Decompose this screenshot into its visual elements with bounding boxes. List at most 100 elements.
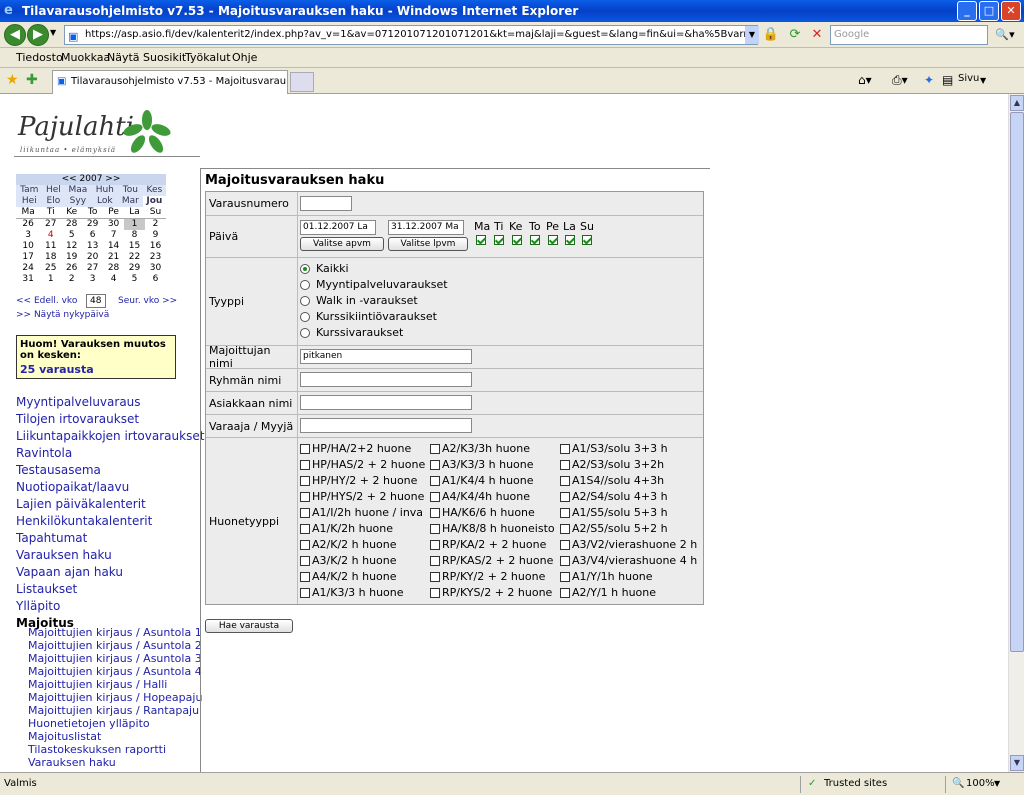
pending-count-link[interactable]: 25 varausta [20,363,172,376]
calendar-month[interactable]: Elo [42,196,65,207]
calendar-month[interactable]: Huh [91,185,119,196]
calendar-month[interactable]: Hei [16,196,43,207]
submenu-item[interactable]: Huonetietojen ylläpito [28,717,202,730]
room-type-checkbox[interactable] [560,492,570,502]
room-type-checkbox[interactable] [430,460,440,470]
side-menu-item[interactable]: Ylläpito [16,598,204,615]
day-checkbox-thu[interactable] [530,235,540,245]
home-icon[interactable]: ⌂▾ [858,73,872,87]
calendar-day[interactable]: 23 [144,252,166,263]
room-type-checkbox[interactable] [560,524,570,534]
side-menu-item[interactable]: Tapahtumat [16,530,204,547]
page-menu[interactable]: Sivu [958,73,979,84]
customer-name-input[interactable] [300,395,472,410]
menu-file[interactable]: Tiedosto [16,48,63,68]
group-name-input[interactable] [300,372,472,387]
calendar-day[interactable]: 6 [82,230,104,241]
choose-end-date-button[interactable]: Valitse lpvm [388,237,468,251]
calendar-day[interactable]: 30 [144,263,166,274]
type-radio-all[interactable] [300,264,310,274]
calendar-day[interactable]: 3 [82,274,104,285]
room-type-checkbox[interactable] [430,556,440,566]
room-type-checkbox[interactable] [430,444,440,454]
room-type-checkbox[interactable] [300,572,310,582]
side-menu-item[interactable]: Testausasema [16,462,204,479]
calendar-day[interactable]: 30 [103,218,125,230]
submenu-item[interactable]: Tilastokeskuksen raportti [28,743,202,756]
side-menu-item[interactable]: Vapaan ajan haku [16,564,204,581]
room-type-checkbox[interactable] [560,444,570,454]
refresh-icon[interactable]: ⟳ [786,26,804,44]
side-menu-item[interactable]: Henkilökuntakalenterit [16,513,204,530]
address-dropdown-icon[interactable]: ▼ [745,26,759,44]
forward-button[interactable]: ▶ [27,24,49,46]
vertical-scrollbar[interactable]: ▲ ▼ [1008,94,1024,772]
page-menu-icon[interactable]: ▤ [942,73,953,87]
back-button[interactable]: ◀ [4,24,26,46]
type-radio-course-quota[interactable] [300,312,310,322]
submenu-item[interactable]: Majoituslistat [28,730,202,743]
menu-help[interactable]: Ohje [232,48,257,68]
choose-start-date-button[interactable]: Valitse apvm [300,237,384,251]
submenu-item[interactable]: Majoittujien kirjaus / Asuntola 3 [28,652,202,665]
side-menu-item[interactable]: Tilojen irtovaraukset [16,411,204,428]
room-type-checkbox[interactable] [430,508,440,518]
calendar-month[interactable]: Maa [64,185,92,196]
calendar-day[interactable]: 2 [144,218,166,230]
calendar-day[interactable]: 16 [144,241,166,252]
room-type-checkbox[interactable] [300,556,310,566]
search-booking-button[interactable]: Hae varausta [205,619,293,633]
calendar-day[interactable]: 4 [40,230,62,241]
calendar-day[interactable]: 5 [124,274,145,285]
room-type-checkbox[interactable] [560,588,570,598]
side-menu-item[interactable]: Ravintola [16,445,204,462]
submenu-item[interactable]: Varauksen haku [28,756,202,769]
room-type-checkbox[interactable] [560,572,570,582]
day-checkbox-tue[interactable] [494,235,504,245]
calendar-month[interactable]: Hel [42,185,65,196]
new-tab-button[interactable] [290,72,314,92]
print-icon[interactable]: ⎙▾ [892,73,908,88]
room-type-checkbox[interactable] [300,476,310,486]
calendar-day[interactable]: 20 [82,252,104,263]
show-today-link[interactable]: >> Näytä nykypäivä [16,310,109,320]
search-input[interactable]: Google [830,25,988,45]
side-menu-item[interactable]: Varauksen haku [16,547,204,564]
room-type-checkbox[interactable] [300,460,310,470]
history-dropdown-icon[interactable]: ▼ [50,28,56,37]
room-type-checkbox[interactable] [560,460,570,470]
room-type-checkbox[interactable] [560,508,570,518]
address-input[interactable]: ▣ https://asp.asio.fi/dev/kalenterit2/in… [64,25,758,45]
room-type-checkbox[interactable] [430,492,440,502]
page-menu-dropdown-icon[interactable]: ▼ [980,76,986,85]
room-type-checkbox[interactable] [300,588,310,598]
calendar-day[interactable]: 29 [124,263,145,274]
calendar-day[interactable]: 26 [16,218,41,230]
room-type-checkbox[interactable] [300,508,310,518]
rss-icon[interactable]: ✦ [924,73,934,87]
search-button[interactable]: 🔍▾ [990,25,1020,45]
type-radio-course[interactable] [300,328,310,338]
calendar-day[interactable]: 13 [82,241,104,252]
start-date-input[interactable]: 01.12.2007 La [300,220,376,235]
submenu-item[interactable]: Majoittujien kirjaus / Asuntola 4 [28,665,202,678]
side-menu-item[interactable]: Lajien päiväkalenterit [16,496,204,513]
calendar-day[interactable]: 21 [103,252,125,263]
room-type-checkbox[interactable] [560,556,570,566]
calendar-day[interactable]: 25 [40,263,62,274]
calendar-month[interactable]: Lok [91,196,119,207]
day-checkbox-sat[interactable] [565,235,575,245]
close-window-button[interactable]: ✕ [1001,1,1021,21]
day-checkbox-fri[interactable] [548,235,558,245]
calendar-day[interactable]: 29 [82,218,104,230]
side-menu-item[interactable]: Nuotiopaikat/laavu [16,479,204,496]
calendar-month[interactable]: Tou [118,185,143,196]
add-favorite-icon[interactable]: ✚ [26,72,38,88]
end-date-input[interactable]: 31.12.2007 Ma [388,220,464,235]
room-type-checkbox[interactable] [300,540,310,550]
security-zone[interactable]: Trusted sites [824,773,887,795]
menu-view[interactable]: Näytä [107,48,140,68]
room-type-checkbox[interactable] [300,444,310,454]
calendar-day[interactable]: 18 [40,252,62,263]
favorites-star-icon[interactable]: ★ [6,72,19,88]
